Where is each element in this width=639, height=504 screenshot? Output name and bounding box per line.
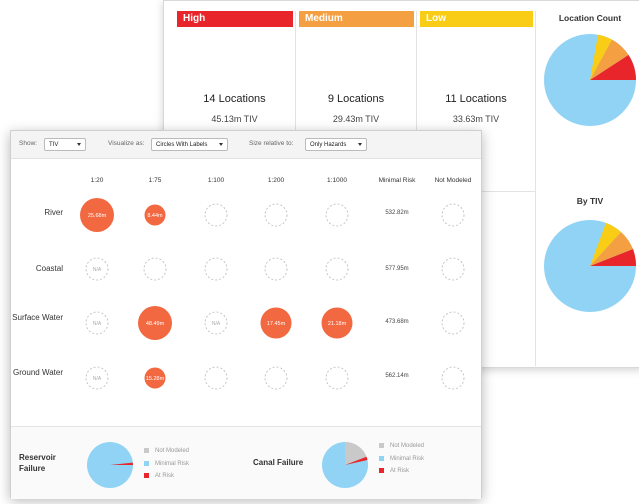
hazard-value-surface-water-1-200: 17.45m [267, 321, 286, 327]
legend-swatch [379, 443, 384, 448]
not-modeled-circle-river[interactable] [441, 203, 465, 227]
empty-circle-coastal-1-1000[interactable] [325, 257, 349, 281]
legend-label: At Risk [390, 468, 410, 475]
na-label-ground-water-1-20: N/A [93, 376, 102, 382]
not-modeled-circle-surface-water[interactable] [441, 311, 465, 335]
not-modeled-circle-ground-water[interactable] [441, 366, 465, 390]
empty-circle-river-1-1000[interactable] [325, 203, 349, 227]
reservoir-failure-pie-chart[interactable] [84, 439, 136, 491]
high-tiv-value: 45.13m TIV [211, 114, 258, 124]
empty-circle-coastal-1-75[interactable] [143, 257, 167, 281]
low-risk-header: Low [420, 11, 533, 27]
na-label-surface-water-1-100: N/A [212, 321, 221, 327]
low-tiv-value: 33.63m TIV [452, 114, 500, 124]
location-count-pie-chart[interactable] [536, 25, 639, 135]
location-count-title: Location Count [558, 13, 622, 23]
legend-item-not-modeled: Not Modeled [144, 448, 189, 457]
hazard-value-river-1-75: 8.44m [147, 213, 163, 219]
legend-label: Not Modeled [155, 448, 190, 455]
hazard-matrix-grid: 25.68m 8.44m N/A N/A 48.49m N/A 17.45m 21.18m N/… [80, 198, 465, 390]
empty-circle-ground-water-1-1000[interactable] [325, 366, 349, 390]
legend-label: Minimal Risk [155, 461, 190, 468]
medium-risk-header: Medium [299, 11, 414, 27]
empty-circle-coastal-1-100[interactable] [204, 257, 228, 281]
legend-label: Not Modeled [390, 443, 425, 450]
medium-tiv-value: 29.43m TIV [332, 114, 380, 124]
empty-circle-river-1-200[interactable] [264, 203, 288, 227]
low-location-count: 11 Locations [445, 93, 507, 105]
medium-location-count: 9 Locations [327, 93, 385, 105]
by-tiv-title: By TIV [576, 196, 604, 206]
canal-failure-label: Canal Failure [253, 458, 304, 467]
failure-summary-footer: Reservoir Failure Not Modeled Minimal Ri… [11, 426, 481, 499]
legend-item-minimal-risk: Minimal Risk [379, 456, 424, 465]
legend-item-minimal-risk: Minimal Risk [144, 461, 189, 470]
high-risk-header: High [177, 11, 293, 27]
empty-circle-ground-water-1-100[interactable] [204, 366, 228, 390]
legend-swatch [144, 473, 149, 478]
na-label-coastal-1-20: N/A [93, 267, 102, 273]
reservoir-failure-label: Reservoir Failure [19, 453, 56, 473]
high-location-count: 14 Locations [203, 93, 266, 105]
legend-item-at-risk: At Risk [144, 473, 174, 482]
legend-swatch [379, 468, 384, 473]
summary-charts-column: Location Count By TIV [536, 11, 639, 366]
empty-circle-coastal-1-200[interactable] [264, 257, 288, 281]
na-label-surface-water-1-20: N/A [93, 321, 102, 327]
hazard-value-river-1-20: 25.68m [88, 213, 107, 219]
legend-label: At Risk [155, 473, 175, 480]
legend-label: Minimal Risk [390, 456, 425, 463]
not-modeled-circle-coastal[interactable] [441, 257, 465, 281]
canal-failure-pie-chart[interactable] [319, 439, 371, 491]
by-tiv-pie-chart[interactable] [536, 209, 639, 319]
empty-circle-ground-water-1-200[interactable] [264, 366, 288, 390]
legend-item-at-risk: At Risk [379, 468, 409, 477]
hazard-matrix-panel: Show: TIV Visualize as: Circles With Lab… [10, 130, 482, 499]
hazard-value-surface-water-1-75: 48.49m [146, 321, 165, 327]
hazard-value-surface-water-1-1000: 21.18m [328, 321, 347, 327]
empty-circle-river-1-100[interactable] [204, 203, 228, 227]
legend-swatch [379, 456, 384, 461]
hazard-value-ground-water-1-75: 15.28m [146, 376, 165, 382]
legend-item-not-modeled: Not Modeled [379, 443, 424, 452]
legend-swatch [144, 448, 149, 453]
legend-swatch [144, 461, 149, 466]
